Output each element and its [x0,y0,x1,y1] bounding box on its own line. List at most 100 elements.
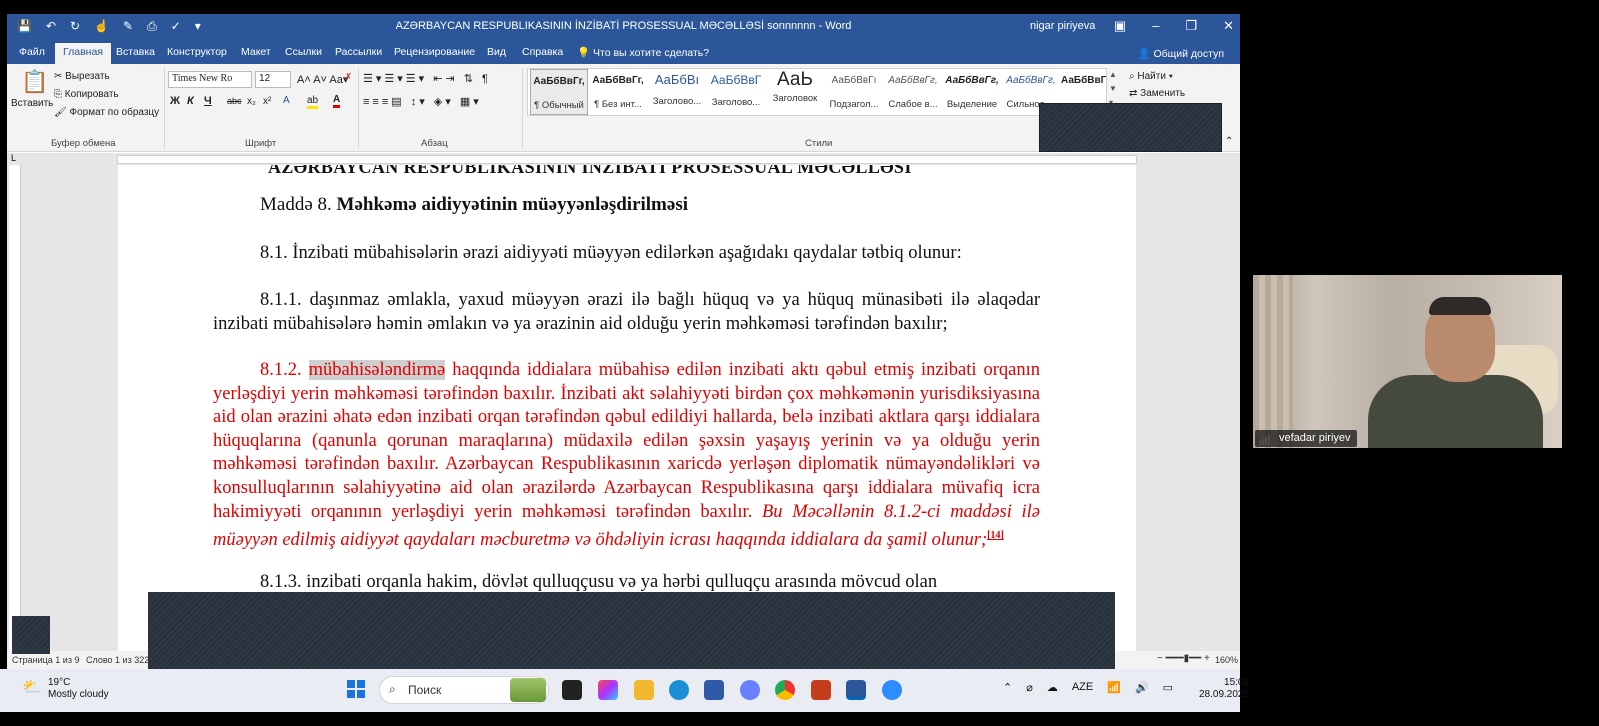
windows-start-icon[interactable] [347,680,365,698]
close-icon[interactable]: ✕ [1223,18,1234,34]
footnote-ref[interactable]: [14] [987,530,1004,541]
style-preview: АаБбВвГг, [533,76,585,87]
bold-button[interactable]: Ж [170,95,180,107]
cloud-sun-icon[interactable]: ⛅ [22,677,42,697]
video-tile[interactable]: vefadar piriyev [1253,275,1562,448]
tab-layout[interactable]: Макет [241,46,271,58]
file-explorer-icon[interactable] [634,680,654,700]
strikethrough-button[interactable]: abc [227,96,242,106]
paste-icon[interactable]: 📋 [21,69,48,95]
tab-review[interactable]: Рецензирование [394,46,475,58]
minimize-icon[interactable]: – [1152,18,1159,34]
network-off-icon[interactable]: ⌀ [1026,681,1033,694]
curtain [1253,275,1293,448]
clear-format-icon[interactable]: ✗ [344,72,352,83]
word-icon[interactable] [846,680,866,700]
tab-selector-icon[interactable]: L [11,153,16,163]
edge-icon[interactable] [669,680,689,700]
tab-view[interactable]: Вид [487,46,506,58]
wifi-icon[interactable]: 📶 [1107,681,1121,694]
language-indicator[interactable]: AZE [1072,681,1093,694]
selected-word: mübahisələndirmə [308,360,446,380]
word-count[interactable]: Слово 1 из 3226 [86,655,154,665]
tab-help[interactable]: Справка [522,46,563,58]
zoom-level[interactable]: 160% [1215,655,1238,665]
volume-icon[interactable]: 🔊 [1135,681,1149,694]
task-view-icon[interactable] [562,680,582,700]
tab-references[interactable]: Ссылки [285,46,322,58]
replace-label: Заменить [1140,88,1186,99]
cut-label: Вырезать [65,71,110,82]
style-title[interactable]: АаЬ Заголовок [766,69,824,115]
style-no-spacing[interactable]: АаБбВвГг, ¶ Без инт... [589,69,647,115]
weather-condition: Mostly cloudy [48,689,109,700]
zoom-slider[interactable]: − ━━━▮━━ + [1157,653,1210,664]
cloud-icon[interactable]: ☁ [1047,681,1058,694]
chevron-up-icon[interactable]: ⌃ [1003,681,1012,694]
powerpoint-icon[interactable] [811,680,831,700]
tab-file[interactable]: Файл [19,46,45,58]
chrome-icon[interactable] [775,680,795,700]
ruler-page-area [117,155,1137,164]
tell-me-box[interactable]: 💡 Что вы хотите сделать? [577,46,709,59]
grow-font-icon[interactable]: A˄ A˅ Aa▾ [297,73,348,86]
app-icon[interactable] [740,680,760,700]
list-buttons[interactable]: ☰▾☰▾☰▾ ⇤⇥ ⇅ ¶ [363,72,491,85]
weather-widget[interactable]: 19°C Mostly cloudy [48,677,109,701]
horizontal-ruler[interactable]: L [7,153,1240,165]
style-preview: АаБбВвГг, [1006,75,1056,86]
ribbon-display-icon[interactable]: ▣ [1114,18,1126,34]
paragraph-group-label: Абзац [421,138,448,149]
zoom-icon[interactable] [882,680,902,700]
font-name-combo[interactable]: Times New Ro [168,71,252,88]
highlight-icon[interactable]: ab [307,95,319,109]
share-button[interactable]: 👤 Общий доступ [1137,47,1224,60]
superscript-button[interactable]: x² [263,96,271,107]
text-effects-icon[interactable]: A [283,95,290,106]
store-icon[interactable] [704,680,724,700]
styles-gallery: АаБбВвГг, ¶ Обычный АаБбВвГг, ¶ Без инт...… [527,68,1107,116]
search-icon: ⌕ [1129,71,1135,82]
style-subtitle[interactable]: АаБбВвГı Подзагол... [825,69,883,115]
style-normal[interactable]: АаБбВвГг, ¶ Обычный [530,69,588,115]
clock[interactable]: 15:08 28.09.2025 [1199,677,1249,701]
temperature: 19°C [48,677,71,688]
replace-button[interactable]: ⇄ Заменить [1129,88,1185,99]
person-body [1368,375,1543,448]
style-name: Подзагол... [829,99,879,110]
cutoff-heading: AZƏRBAYCAN RESPUBLİKASININ İNZİBATİ PROS… [268,165,912,177]
lightbulb-icon: 💡 [577,47,591,59]
collapse-ribbon-icon[interactable]: ⌃ [1225,136,1233,147]
style-emphasis[interactable]: АаБбВвГг, Выделение [943,69,1001,115]
style-heading-2[interactable]: АаБбВвГ Заголово... [707,69,765,115]
font-group-label: Шрифт [245,138,277,149]
underline-button[interactable]: Ч [204,95,212,107]
divider [522,68,523,148]
tab-insert[interactable]: Вставка [116,46,155,58]
format-painter-label: Формат по образцу [69,107,160,118]
cut-button[interactable]: ✂ Вырезать [54,71,110,82]
share-label: Общий доступ [1153,48,1224,60]
paste-button[interactable]: Вставить [11,98,53,109]
article-prefix: Maddə 8. [260,194,337,215]
battery-icon[interactable]: ▭ [1163,681,1173,694]
restore-icon[interactable]: ❐ [1185,18,1197,34]
window-controls: ▣ – ❐ ✕ [1114,18,1234,34]
align-buttons[interactable]: ≡≡≡▤ ↕▾ ◈▾ ▦▾ [363,95,482,108]
tab-mailings[interactable]: Рассылки [335,46,382,58]
participant-name: vefadar piriyev [1255,430,1357,447]
copilot-icon[interactable] [598,680,618,700]
tab-design[interactable]: Конструктор [167,46,227,58]
style-subtle-emphasis[interactable]: АаБбВвГг, Слабое в... [884,69,942,115]
font-size-combo[interactable]: 12 [255,71,291,88]
style-heading-1[interactable]: АаБбВı Заголово... [648,69,706,115]
user-name[interactable]: nigar piriyeva [1030,20,1095,32]
find-button[interactable]: ⌕ Найти ▾ [1129,71,1173,82]
tab-home[interactable]: Главная [55,43,111,64]
font-color-icon[interactable]: A [333,94,341,108]
italic-button[interactable]: К [187,95,194,107]
subscript-button[interactable]: x₂ [247,96,256,107]
format-painter-button[interactable]: 🖌 Формат по образцу [54,107,159,118]
copy-button[interactable]: ⎘ Копировать [54,89,119,100]
page-count[interactable]: Страница 1 из 9 [12,655,79,665]
